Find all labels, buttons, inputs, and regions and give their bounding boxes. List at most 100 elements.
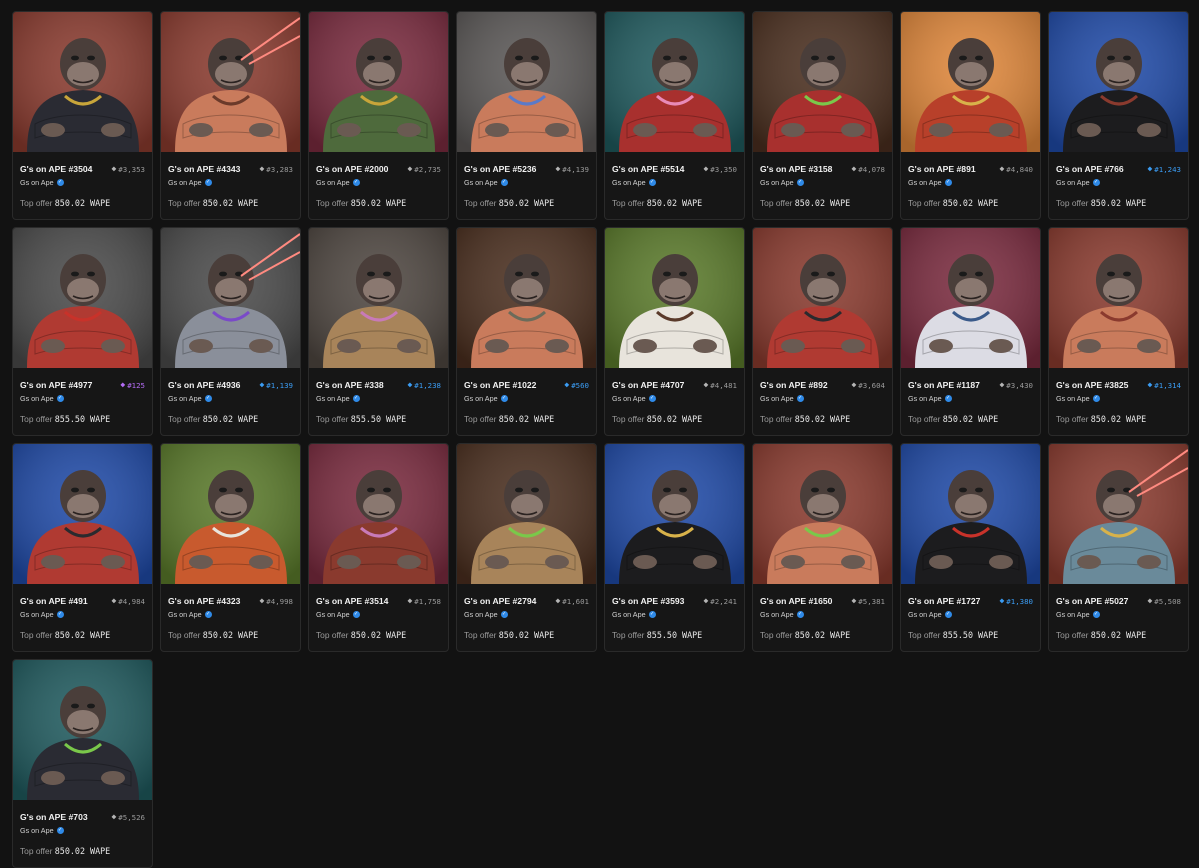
nft-image[interactable] [753,12,892,152]
nft-card[interactable]: G's on APE #3504 ◆ #3,353 Gs on Ape ✓ Top off… [12,11,153,220]
nft-card[interactable]: G's on APE #491 ◆ #4,984 Gs on Ape ✓ Top offe… [12,443,153,652]
nft-card[interactable]: G's on APE #3158 ◆ #4,078 Gs on Ape ✓ Top off… [752,11,893,220]
nft-name[interactable]: G's on APE #3158 [760,164,832,174]
collection-row[interactable]: Gs on Ape ✓ [316,610,441,619]
collection-name[interactable]: Gs on Ape [464,610,498,619]
collection-row[interactable]: Gs on Ape ✓ [20,178,145,187]
collection-row[interactable]: Gs on Ape ✓ [316,178,441,187]
collection-row[interactable]: Gs on Ape ✓ [908,394,1033,403]
nft-name[interactable]: G's on APE #5027 [1056,596,1128,606]
nft-name[interactable]: G's on APE #1727 [908,596,980,606]
collection-row[interactable]: Gs on Ape ✓ [612,178,737,187]
nft-card[interactable]: G's on APE #3514 ◆ #1,758 Gs on Ape ✓ Top off… [308,443,449,652]
collection-row[interactable]: Gs on Ape ✓ [1056,610,1181,619]
collection-name[interactable]: Gs on Ape [612,610,646,619]
collection-row[interactable]: Gs on Ape ✓ [760,610,885,619]
nft-image[interactable] [309,444,448,584]
collection-row[interactable]: Gs on Ape ✓ [612,394,737,403]
nft-card[interactable]: G's on APE #4936 ◆ #1,139 Gs on Ape ✓ Top off… [160,227,301,436]
nft-image[interactable] [753,444,892,584]
nft-name[interactable]: G's on APE #891 [908,164,976,174]
collection-row[interactable]: Gs on Ape ✓ [908,610,1033,619]
nft-card[interactable]: G's on APE #4707 ◆ #4,481 Gs on Ape ✓ Top off… [604,227,745,436]
collection-name[interactable]: Gs on Ape [760,610,794,619]
nft-image[interactable] [161,444,300,584]
nft-image[interactable] [13,444,152,584]
nft-name[interactable]: G's on APE #4343 [168,164,240,174]
nft-image[interactable] [1049,12,1188,152]
nft-image[interactable] [605,444,744,584]
nft-name[interactable]: G's on APE #2794 [464,596,536,606]
nft-card[interactable]: G's on APE #2000 ◆ #2,735 Gs on Ape ✓ Top off… [308,11,449,220]
collection-row[interactable]: Gs on Ape ✓ [20,394,145,403]
nft-card[interactable]: G's on APE #338 ◆ #1,238 Gs on Ape ✓ Top offe… [308,227,449,436]
nft-name[interactable]: G's on APE #703 [20,812,88,822]
collection-name[interactable]: Gs on Ape [20,178,54,187]
nft-image[interactable] [13,660,152,800]
nft-image[interactable] [1049,228,1188,368]
collection-row[interactable]: Gs on Ape ✓ [464,178,589,187]
collection-row[interactable]: Gs on Ape ✓ [612,610,737,619]
nft-card[interactable]: G's on APE #4343 ◆ #3,283 Gs on Ape ✓ Top off… [160,11,301,220]
nft-image[interactable] [753,228,892,368]
nft-image[interactable] [901,228,1040,368]
collection-name[interactable]: Gs on Ape [316,178,350,187]
collection-name[interactable]: Gs on Ape [612,178,646,187]
nft-image[interactable] [457,228,596,368]
nft-card[interactable]: G's on APE #3593 ◆ #2,241 Gs on Ape ✓ Top off… [604,443,745,652]
nft-name[interactable]: G's on APE #4936 [168,380,240,390]
nft-name[interactable]: G's on APE #3504 [20,164,92,174]
collection-row[interactable]: Gs on Ape ✓ [908,178,1033,187]
nft-card[interactable]: G's on APE #1727 ◆ #1,380 Gs on Ape ✓ Top off… [900,443,1041,652]
nft-name[interactable]: G's on APE #5514 [612,164,684,174]
nft-card[interactable]: G's on APE #703 ◆ #5,526 Gs on Ape ✓ Top offe… [12,659,153,868]
collection-name[interactable]: Gs on Ape [760,394,794,403]
nft-card[interactable]: G's on APE #4323 ◆ #4,998 Gs on Ape ✓ Top off… [160,443,301,652]
nft-card[interactable]: G's on APE #5236 ◆ #4,139 Gs on Ape ✓ Top off… [456,11,597,220]
collection-name[interactable]: Gs on Ape [168,178,202,187]
collection-name[interactable]: Gs on Ape [20,394,54,403]
nft-image[interactable] [1049,444,1188,584]
collection-name[interactable]: Gs on Ape [1056,394,1090,403]
collection-name[interactable]: Gs on Ape [316,610,350,619]
nft-card[interactable]: G's on APE #892 ◆ #3,604 Gs on Ape ✓ Top offe… [752,227,893,436]
collection-name[interactable]: Gs on Ape [20,610,54,619]
nft-image[interactable] [605,12,744,152]
nft-card[interactable]: G's on APE #1187 ◆ #3,430 Gs on Ape ✓ Top off… [900,227,1041,436]
nft-image[interactable] [901,444,1040,584]
collection-row[interactable]: Gs on Ape ✓ [168,394,293,403]
collection-name[interactable]: Gs on Ape [20,826,54,835]
collection-name[interactable]: Gs on Ape [168,610,202,619]
nft-name[interactable]: G's on APE #4323 [168,596,240,606]
nft-image[interactable] [605,228,744,368]
nft-name[interactable]: G's on APE #1650 [760,596,832,606]
collection-name[interactable]: Gs on Ape [168,394,202,403]
collection-row[interactable]: Gs on Ape ✓ [168,178,293,187]
nft-name[interactable]: G's on APE #5236 [464,164,536,174]
collection-name[interactable]: Gs on Ape [316,394,350,403]
collection-name[interactable]: Gs on Ape [1056,610,1090,619]
nft-image[interactable] [13,12,152,152]
collection-name[interactable]: Gs on Ape [464,178,498,187]
nft-name[interactable]: G's on APE #3825 [1056,380,1128,390]
collection-row[interactable]: Gs on Ape ✓ [760,394,885,403]
nft-card[interactable]: G's on APE #5027 ◆ #5,508 Gs on Ape ✓ Top off… [1048,443,1189,652]
nft-card[interactable]: G's on APE #1022 ◆ #560 Gs on Ape ✓ Top offer… [456,227,597,436]
nft-name[interactable]: G's on APE #491 [20,596,88,606]
collection-name[interactable]: Gs on Ape [464,394,498,403]
nft-name[interactable]: G's on APE #3514 [316,596,388,606]
collection-name[interactable]: Gs on Ape [612,394,646,403]
nft-name[interactable]: G's on APE #4977 [20,380,92,390]
nft-name[interactable]: G's on APE #338 [316,380,384,390]
nft-image[interactable] [457,12,596,152]
nft-card[interactable]: G's on APE #1650 ◆ #5,381 Gs on Ape ✓ Top off… [752,443,893,652]
collection-name[interactable]: Gs on Ape [908,394,942,403]
nft-card[interactable]: G's on APE #891 ◆ #4,840 Gs on Ape ✓ Top offe… [900,11,1041,220]
nft-card[interactable]: G's on APE #5514 ◆ #3,350 Gs on Ape ✓ Top off… [604,11,745,220]
nft-card[interactable]: G's on APE #2794 ◆ #1,601 Gs on Ape ✓ Top off… [456,443,597,652]
collection-row[interactable]: Gs on Ape ✓ [20,826,145,835]
nft-image[interactable] [309,228,448,368]
nft-name[interactable]: G's on APE #766 [1056,164,1124,174]
nft-name[interactable]: G's on APE #4707 [612,380,684,390]
nft-image[interactable] [457,444,596,584]
